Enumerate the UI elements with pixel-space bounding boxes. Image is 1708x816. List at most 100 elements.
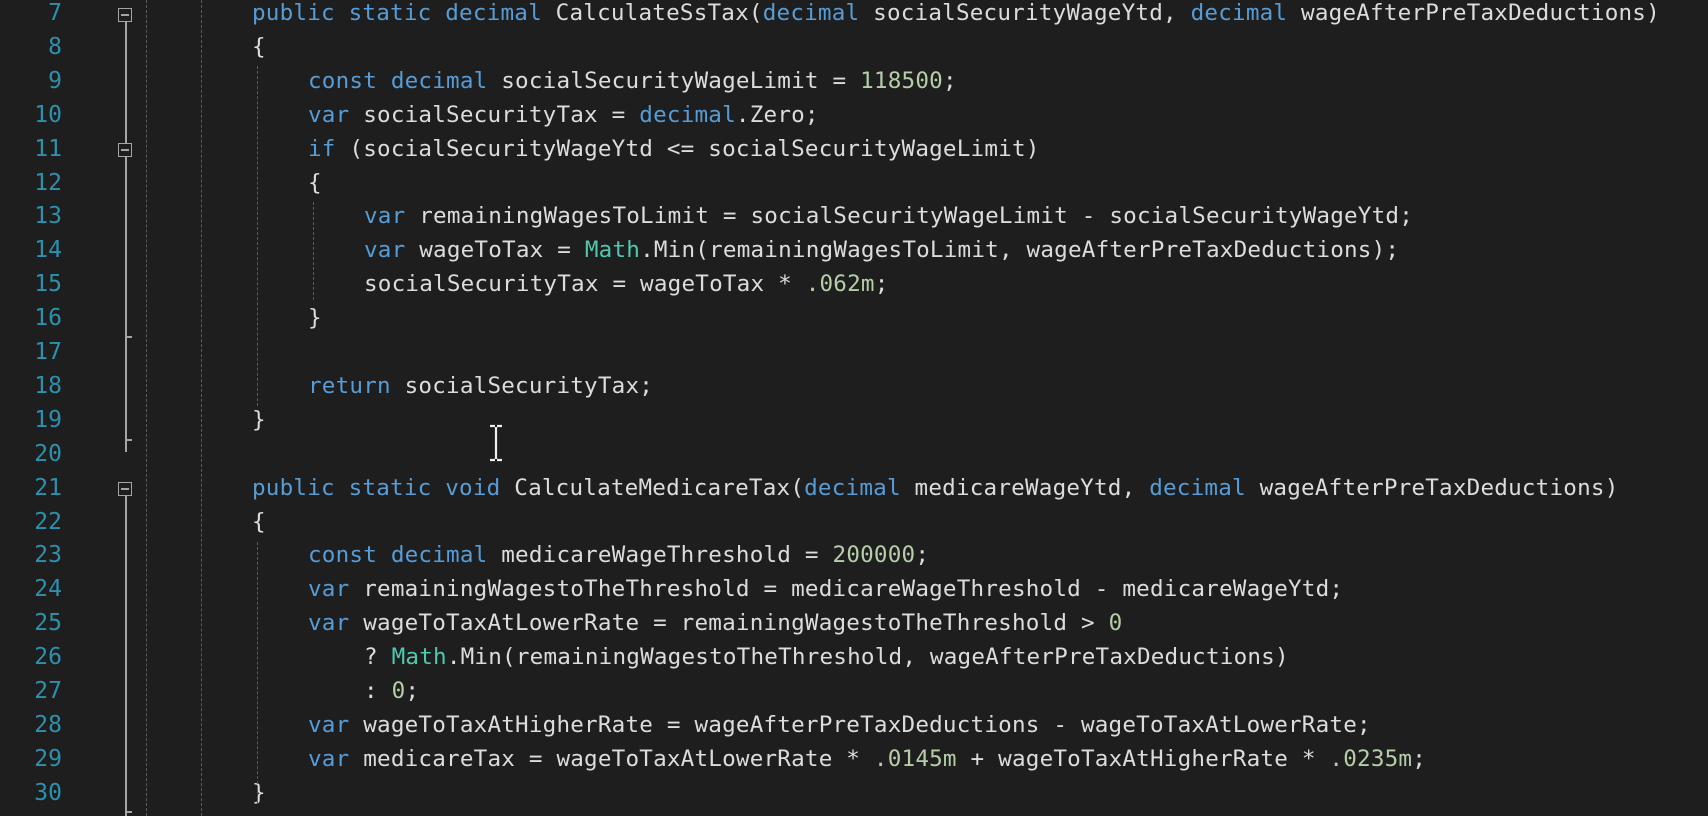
code-token: CalculateMedicareTax( <box>514 474 805 501</box>
collapse-block-icon[interactable] <box>118 143 132 157</box>
code-token: ; <box>915 542 930 569</box>
code-token: decimal <box>804 474 915 501</box>
code-token: ? <box>364 644 392 671</box>
code-token: decimal <box>390 542 502 569</box>
code-line[interactable]: 22 { <box>0 509 1708 543</box>
code-token: wageToTaxAtLowerRate = remainingWagestoT… <box>363 610 1109 637</box>
code-token: socialSecurityTax = wageToTax * <box>364 271 806 298</box>
code-text[interactable]: var socialSecurityTax = decimal.Zero; <box>308 98 819 132</box>
code-token: ; <box>405 678 420 704</box>
code-line[interactable]: 20 <box>0 441 1708 475</box>
code-token: socialSecurityWageYtd, <box>873 0 1191 26</box>
code-text[interactable]: { <box>252 30 266 64</box>
line-number: 24 <box>34 576 62 603</box>
code-text[interactable]: var wageToTaxAtHigherRate = wageAfterPre… <box>308 708 1371 742</box>
code-text[interactable]: } <box>308 301 322 335</box>
code-line[interactable]: 19} <box>0 407 1708 441</box>
collapse-method-icon[interactable] <box>118 8 132 22</box>
code-text[interactable]: if (socialSecurityWageYtd <= socialSecur… <box>308 132 1040 166</box>
line-number: 30 <box>34 779 62 806</box>
code-token: 0 <box>391 678 406 704</box>
code-token: : <box>364 678 392 704</box>
code-token: socialSecurityWageLimit = <box>501 67 861 94</box>
code-token: var <box>308 745 364 772</box>
code-token: .0235m <box>1329 745 1413 772</box>
code-token: decimal <box>1149 474 1260 501</box>
code-token: if <box>308 135 350 162</box>
line-number: 27 <box>34 678 62 704</box>
code-token: decimal <box>762 0 874 26</box>
code-token: static <box>348 0 446 26</box>
code-token: decimal <box>390 67 502 94</box>
fold-end-tick <box>125 439 132 441</box>
code-token: decimal <box>1190 0 1302 26</box>
code-token: var <box>308 576 364 603</box>
code-text[interactable]: const decimal medicareWageThreshold = 20… <box>308 538 929 572</box>
code-text[interactable]: socialSecurityTax = wageToTax * .062m; <box>364 267 889 301</box>
code-token: public <box>252 0 349 26</box>
code-text[interactable]: var wageToTaxAtLowerRate = remainingWage… <box>308 606 1122 640</box>
code-line[interactable]: 7 public static decimal CalculateSsTax(de… <box>0 0 1708 34</box>
code-token: medicareTax = wageToTaxAtLowerRate * <box>363 745 874 772</box>
code-token: 118500 <box>860 67 943 94</box>
code-token: CalculateSsTax( <box>555 0 763 26</box>
code-token: const <box>308 67 391 94</box>
code-text[interactable]: var remainingWagestoTheThreshold = medic… <box>308 572 1343 606</box>
code-editor[interactable]: 7 public static decimal CalculateSsTax(de… <box>0 0 1708 816</box>
fold-guide-line <box>125 488 127 816</box>
text-cursor-ibeam-icon <box>490 424 502 462</box>
code-token: public <box>252 474 349 501</box>
code-text[interactable]: } <box>252 403 266 437</box>
line-number: 8 <box>48 33 62 60</box>
line-number: 7 <box>48 0 62 26</box>
code-text[interactable]: var wageToTax = Math.Min(remainingWagesT… <box>364 233 1399 267</box>
code-token: .Zero; <box>735 101 819 128</box>
code-token: { <box>308 169 322 196</box>
indent-guide <box>313 202 314 300</box>
line-number: 28 <box>34 711 62 738</box>
code-token: var <box>308 711 364 738</box>
code-text[interactable]: return socialSecurityTax; <box>308 369 653 403</box>
line-number: 25 <box>34 610 62 637</box>
code-line[interactable]: 21 public static void CalculateMedicareTa… <box>0 475 1708 509</box>
code-token: ; <box>942 67 957 94</box>
code-text[interactable]: { <box>308 166 322 200</box>
code-token: 0 <box>1108 610 1123 637</box>
code-token: decimal <box>445 0 556 26</box>
code-token: decimal <box>639 101 736 128</box>
code-text[interactable]: public static decimal CalculateSsTax(dec… <box>252 0 1660 30</box>
code-text[interactable]: : 0; <box>364 674 419 708</box>
code-token: remainingWagesToLimit = socialSecurityWa… <box>419 203 1414 230</box>
line-number: 23 <box>34 542 62 569</box>
line-number: 26 <box>34 644 62 671</box>
code-token: socialSecurityTax = <box>363 101 640 128</box>
code-text[interactable]: ? Math.Min(remainingWagestoTheThreshold,… <box>364 640 1289 674</box>
code-token: 200000 <box>832 542 916 569</box>
line-number: 19 <box>34 406 62 433</box>
fold-end-tick <box>125 336 132 338</box>
code-token: Math <box>584 237 641 264</box>
code-token: var <box>364 237 420 264</box>
code-text[interactable]: } <box>252 776 266 810</box>
code-token: var <box>308 610 364 637</box>
line-number: 16 <box>34 305 62 332</box>
code-token: + wageToTaxAtHigherRate * <box>956 745 1330 772</box>
code-text[interactable]: { <box>252 505 266 539</box>
code-token: wageToTax = <box>419 237 585 264</box>
line-number: 18 <box>34 372 62 399</box>
code-text[interactable]: var remainingWagesToLimit = socialSecuri… <box>364 199 1413 233</box>
code-text[interactable]: const decimal socialSecurityWageLimit = … <box>308 64 957 98</box>
code-token: .062m <box>805 271 875 298</box>
line-number: 13 <box>34 203 62 230</box>
code-token: socialSecurityTax; <box>404 372 654 399</box>
code-token: void <box>445 474 515 501</box>
code-text[interactable]: public static void CalculateMedicareTax(… <box>252 471 1619 505</box>
code-text[interactable]: var medicareTax = wageToTaxAtLowerRate *… <box>308 742 1426 776</box>
code-token: .Min(remainingWagestoTheThreshold, wageA… <box>446 644 1289 671</box>
line-number: 14 <box>34 237 62 264</box>
code-line[interactable]: 8{ <box>0 34 1708 68</box>
line-number: 11 <box>34 135 62 162</box>
collapse-method-icon[interactable] <box>118 482 132 496</box>
line-number: 22 <box>34 508 62 535</box>
line-number: 17 <box>34 339 62 365</box>
